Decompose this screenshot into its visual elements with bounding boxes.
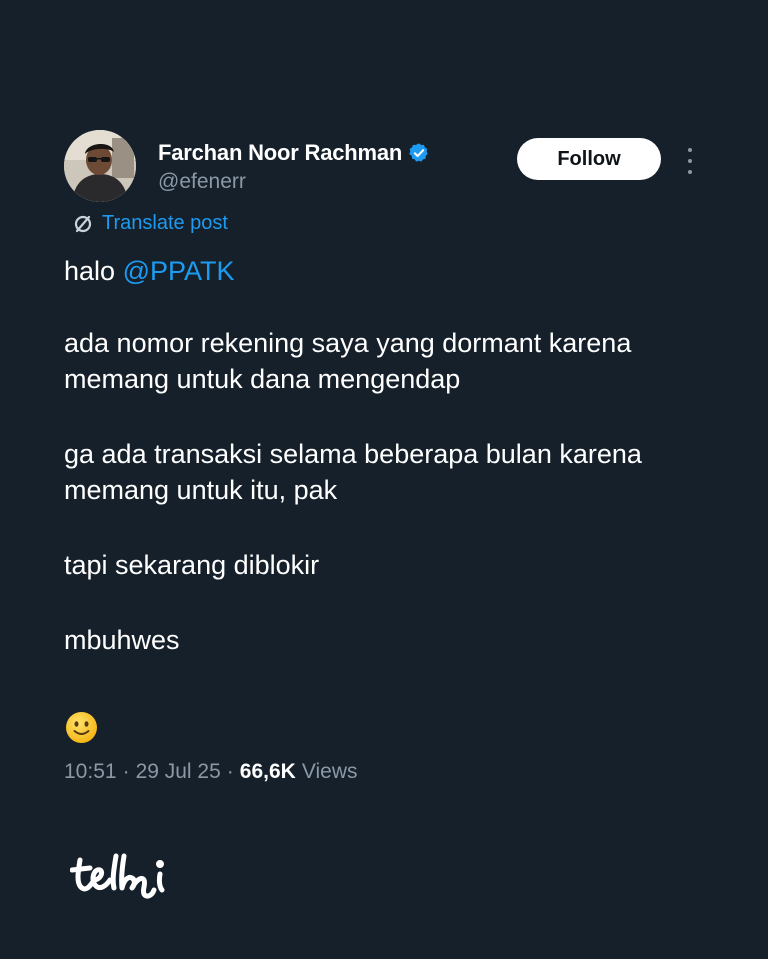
post-greeting: halo <box>64 256 123 286</box>
author-display-name[interactable]: Farchan Noor Rachman <box>158 140 402 166</box>
meta-separator: · <box>122 760 130 783</box>
more-dot <box>688 148 692 152</box>
post-time[interactable]: 10:51 <box>64 760 117 784</box>
post-meta: 10:51 · 29 Jul 25 · 66,6K Views <box>64 760 357 784</box>
more-dot <box>688 159 692 163</box>
views-count: 66,6K <box>239 760 296 783</box>
author-name-row: Farchan Noor Rachman <box>158 138 430 168</box>
avatar-image <box>64 130 136 202</box>
translate-post-link[interactable]: Translate post <box>72 212 228 235</box>
author-handle[interactable]: @efenerr <box>158 170 430 194</box>
post-paragraph: mbuhwes <box>64 625 180 655</box>
views-label: Views <box>301 760 358 783</box>
post-paragraph: ada nomor rekening saya yang dormant kar… <box>64 328 632 394</box>
follow-button[interactable]: Follow <box>517 138 661 180</box>
translate-post-label: Translate post <box>102 212 228 234</box>
more-dot <box>688 170 692 174</box>
more-vertical-icon[interactable] <box>680 146 700 176</box>
telmi-logo <box>69 850 172 902</box>
translate-globe-icon <box>72 213 94 235</box>
post-body: halo @PPATK ada nomor rekening saya yang… <box>64 253 724 658</box>
mention-link[interactable]: @PPATK <box>123 256 235 286</box>
meta-separator: · <box>226 760 234 783</box>
post-greeting-line: halo @PPATK <box>64 253 724 289</box>
author-info: Farchan Noor Rachman @efenerr <box>158 138 430 194</box>
tweet-screenshot: Farchan Noor Rachman @efenerr Follow Tra… <box>0 0 768 959</box>
verified-badge-icon[interactable] <box>408 142 430 164</box>
post-paragraph: ga ada transaksi selama beberapa bulan k… <box>64 439 642 505</box>
avatar[interactable] <box>64 130 136 202</box>
post-date[interactable]: 29 Jul 25 <box>136 760 221 784</box>
post-paragraph: tapi sekarang diblokir <box>64 550 320 580</box>
post-header: Farchan Noor Rachman @efenerr Follow <box>64 130 704 206</box>
slightly-smiling-face-icon <box>65 711 98 744</box>
